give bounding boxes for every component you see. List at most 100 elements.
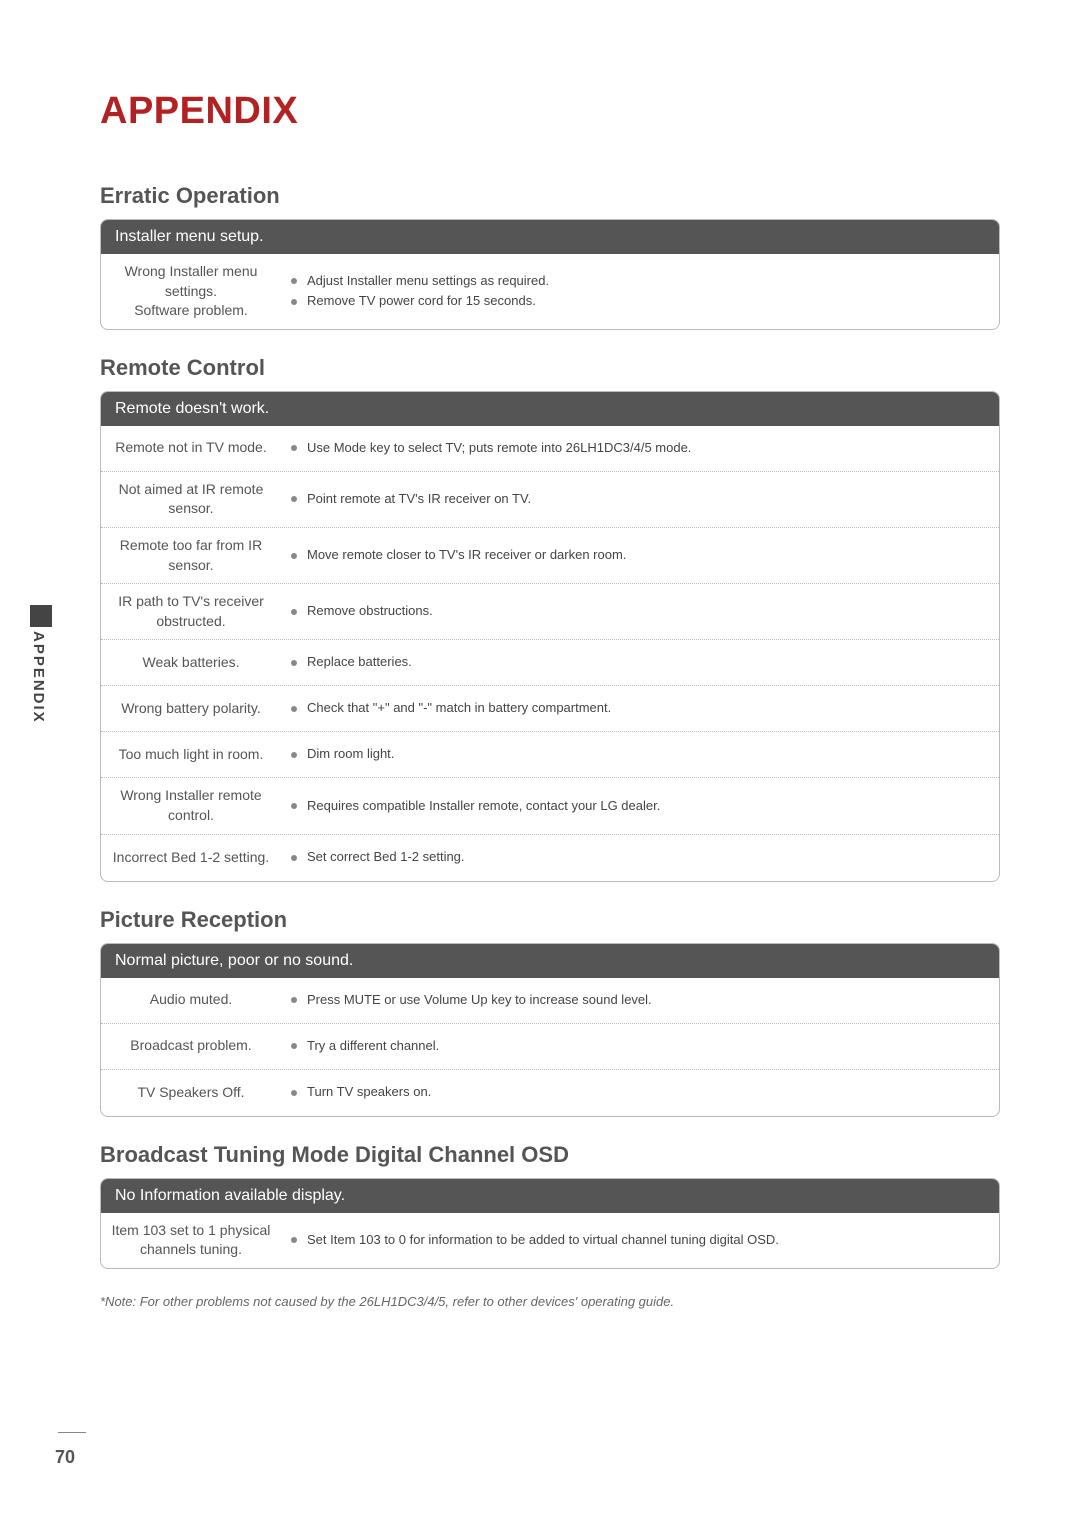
bullet-icon — [291, 1237, 297, 1243]
row-content: Move remote closer to TV's IR receiver o… — [281, 537, 999, 574]
bullet-icon — [291, 752, 297, 758]
bullet-text: Press MUTE or use Volume Up key to incre… — [307, 990, 652, 1011]
bullet-icon — [291, 609, 297, 615]
panel-head: Installer menu setup. — [101, 220, 999, 254]
page-title: APPENDIX — [100, 90, 1000, 133]
row-label: Remote not in TV mode. — [101, 430, 281, 466]
row-label: IR path to TV's receiver obstructed. — [101, 584, 281, 639]
row-label: TV Speakers Off. — [101, 1075, 281, 1111]
bullet-text: Check that "+" and "-" match in battery … — [307, 698, 611, 719]
bullet-line: Try a different channel. — [291, 1036, 989, 1057]
bullet-icon — [291, 997, 297, 1003]
bullet-text: Try a different channel. — [307, 1036, 439, 1057]
bullet-text: Turn TV speakers on. — [307, 1082, 431, 1103]
panel-head: Remote doesn't work. — [101, 392, 999, 426]
table-row: IR path to TV's receiver obstructed. Remo… — [101, 584, 999, 640]
bullet-line: Replace batteries. — [291, 652, 989, 673]
bullet-line: Requires compatible Installer remote, co… — [291, 796, 989, 817]
bullet-line: Use Mode key to select TV; puts remote i… — [291, 438, 989, 459]
table-row: Wrong battery polarity.Check that "+" an… — [101, 686, 999, 732]
page-number: 70 — [55, 1447, 75, 1468]
sidebar-tab: APPENDIX — [30, 605, 52, 765]
panel: Remote doesn't work.Remote not in TV mod… — [100, 391, 1000, 882]
table-row: Remote not in TV mode. Use Mode key to se… — [101, 426, 999, 472]
row-label: Incorrect Bed 1-2 setting. — [101, 840, 281, 876]
section-heading: Erratic Operation — [100, 183, 1000, 209]
bullet-icon — [291, 660, 297, 666]
row-label: Wrong Installer remote control. — [101, 778, 281, 833]
row-content: Press MUTE or use Volume Up key to incre… — [281, 982, 999, 1019]
table-row: TV Speakers Off. Turn TV speakers on. — [101, 1070, 999, 1116]
table-row: Wrong Installer menu settings.Software p… — [101, 254, 999, 329]
bullet-line: Remove obstructions. — [291, 601, 989, 622]
row-content: Check that "+" and "-" match in battery … — [281, 690, 999, 727]
bullet-text: Remove obstructions. — [307, 601, 433, 622]
bullet-icon — [291, 1043, 297, 1049]
bullet-text: Set Item 103 to 0 for information to be … — [307, 1230, 779, 1251]
table-row: Broadcast problem. Try a different channe… — [101, 1024, 999, 1070]
panel: No Information available display.Item 10… — [100, 1178, 1000, 1269]
row-content: Replace batteries. — [281, 644, 999, 681]
bullet-text: Point remote at TV's IR receiver on TV. — [307, 489, 531, 510]
bullet-line: Set correct Bed 1-2 setting. — [291, 847, 989, 868]
bullet-icon — [291, 1090, 297, 1096]
table-row: Remote too far from IR sensor. Move remot… — [101, 528, 999, 584]
panel-head: No Information available display. — [101, 1179, 999, 1213]
bullet-icon — [291, 855, 297, 861]
row-content: Set Item 103 to 0 for information to be … — [281, 1222, 999, 1259]
bullet-icon — [291, 299, 297, 305]
bullet-text: Use Mode key to select TV; puts remote i… — [307, 438, 691, 459]
bullet-line: Move remote closer to TV's IR receiver o… — [291, 545, 989, 566]
bullet-icon — [291, 445, 297, 451]
row-content: Dim room light. — [281, 736, 999, 773]
table-row: Wrong Installer remote control. Requires … — [101, 778, 999, 834]
bullet-text: Remove TV power cord for 15 seconds. — [307, 291, 536, 312]
row-label: Item 103 set to 1 physical channels tuni… — [101, 1213, 281, 1268]
bullet-line: Dim room light. — [291, 744, 989, 765]
table-row: Weak batteries. Replace batteries. — [101, 640, 999, 686]
row-label: Audio muted. — [101, 982, 281, 1018]
row-content: Adjust Installer menu settings as requir… — [281, 263, 999, 321]
table-row: Not aimed at IR remote sensor. Point remo… — [101, 472, 999, 528]
section-heading: Picture Reception — [100, 907, 1000, 933]
row-content: Turn TV speakers on. — [281, 1074, 999, 1111]
row-label: Too much light in room. — [101, 737, 281, 773]
bullet-line: Point remote at TV's IR receiver on TV. — [291, 489, 989, 510]
bullet-line: Adjust Installer menu settings as requir… — [291, 271, 989, 292]
row-content: Remove obstructions. — [281, 593, 999, 630]
row-label: Remote too far from IR sensor. — [101, 528, 281, 583]
bullet-icon — [291, 803, 297, 809]
footnote: *Note: For other problems not caused by … — [100, 1294, 1000, 1309]
tab-marker — [30, 605, 52, 627]
row-content: Try a different channel. — [281, 1028, 999, 1065]
bullet-text: Dim room light. — [307, 744, 394, 765]
row-content: Set correct Bed 1-2 setting. — [281, 839, 999, 876]
table-row: Audio muted. Press MUTE or use Volume Up … — [101, 978, 999, 1024]
table-row: Incorrect Bed 1-2 setting. Set correct Be… — [101, 835, 999, 881]
bullet-icon — [291, 553, 297, 559]
table-row: Too much light in room. Dim room light. — [101, 732, 999, 778]
panel-head: Normal picture, poor or no sound. — [101, 944, 999, 978]
panel: Installer menu setup.Wrong Installer men… — [100, 219, 1000, 330]
row-content: Point remote at TV's IR receiver on TV. — [281, 481, 999, 518]
bullet-text: Replace batteries. — [307, 652, 412, 673]
bullet-line: Press MUTE or use Volume Up key to incre… — [291, 990, 989, 1011]
bullet-line: Set Item 103 to 0 for information to be … — [291, 1230, 989, 1251]
bullet-line: Turn TV speakers on. — [291, 1082, 989, 1103]
bullet-text: Adjust Installer menu settings as requir… — [307, 271, 549, 292]
bullet-text: Requires compatible Installer remote, co… — [307, 796, 660, 817]
row-content: Use Mode key to select TV; puts remote i… — [281, 430, 999, 467]
bullet-text: Set correct Bed 1-2 setting. — [307, 847, 465, 868]
row-label: Not aimed at IR remote sensor. — [101, 472, 281, 527]
bullet-icon — [291, 706, 297, 712]
section-heading: Broadcast Tuning Mode Digital Channel OS… — [100, 1142, 1000, 1168]
row-content: Requires compatible Installer remote, co… — [281, 788, 999, 825]
table-row: Item 103 set to 1 physical channels tuni… — [101, 1213, 999, 1268]
section-heading: Remote Control — [100, 355, 1000, 381]
row-label: Weak batteries. — [101, 645, 281, 681]
divider-line — [58, 1432, 86, 1433]
bullet-text: Move remote closer to TV's IR receiver o… — [307, 545, 626, 566]
row-label: Wrong Installer menu settings.Software p… — [101, 254, 281, 329]
row-label: Broadcast problem. — [101, 1028, 281, 1064]
bullet-line: Remove TV power cord for 15 seconds. — [291, 291, 989, 312]
